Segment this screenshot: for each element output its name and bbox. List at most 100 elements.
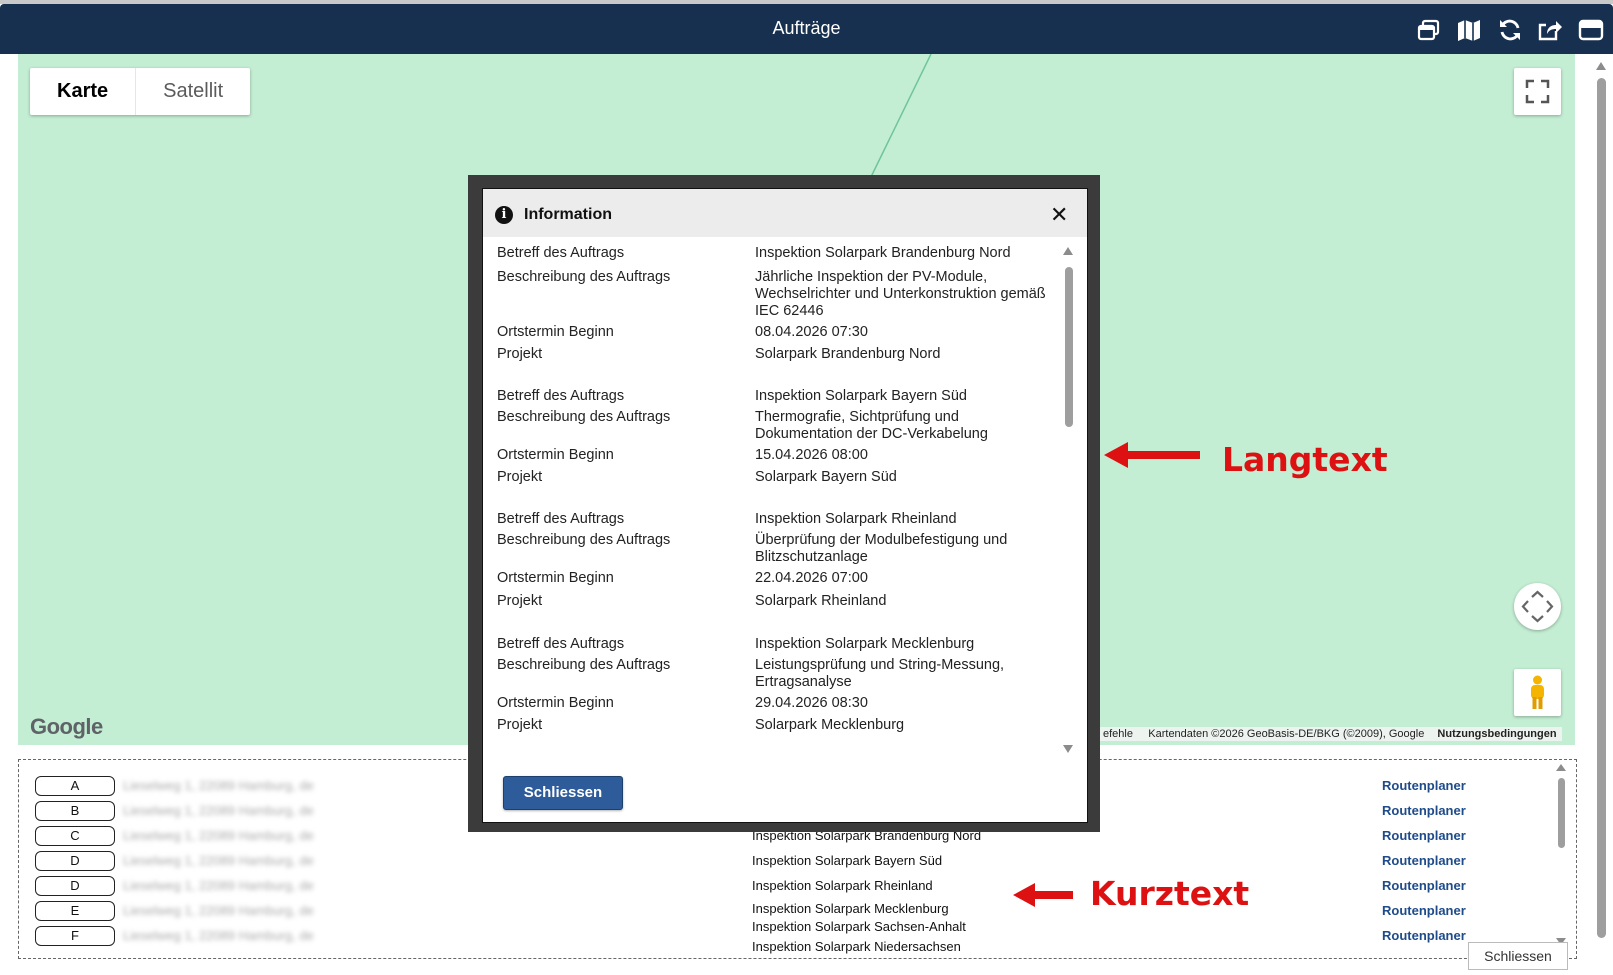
- fullscreen-icon: [1525, 79, 1550, 104]
- route-planner-link[interactable]: Routenplaner: [1382, 878, 1466, 893]
- list-scrollbar[interactable]: [1556, 764, 1568, 950]
- dialog-title: Information: [524, 206, 612, 223]
- label-start: Ortstermin Beginn: [497, 447, 614, 463]
- route-planner-link[interactable]: Routenplaner: [1382, 803, 1466, 818]
- marker-button-d[interactable]: D: [35, 851, 115, 871]
- kurztext-arrow-icon: [1013, 883, 1073, 907]
- label-description: Beschreibung des Auftrags: [497, 269, 671, 285]
- map-icon[interactable]: [1456, 18, 1482, 42]
- short-text: Inspektion Solarpark Bayern Süd: [752, 853, 943, 868]
- label-description: Beschreibung des Auftrags: [497, 532, 671, 548]
- address-text: Lieselweg 1, 22089 Hamburg, de: [123, 878, 314, 893]
- list-scroll-up-icon[interactable]: [1556, 764, 1566, 771]
- label-description: Beschreibung des Auftrags: [497, 657, 671, 673]
- value-start: 22.04.2026 07:00: [755, 570, 868, 586]
- bottom-close-button[interactable]: Schliessen: [1468, 942, 1568, 970]
- value-subject: Inspektion Solarpark Mecklenburg: [755, 636, 975, 652]
- address-text: Lieselweg 1, 22089 Hamburg, de: [123, 778, 314, 793]
- app-title: Aufträge: [772, 18, 841, 38]
- short-text: Inspektion Solarpark Niedersachsen: [752, 939, 961, 954]
- label-project: Projekt: [497, 717, 543, 733]
- value-project: Solarpark Brandenburg Nord: [755, 346, 941, 362]
- map-type-karte[interactable]: Karte: [30, 68, 135, 115]
- address-text: Lieselweg 1, 22089 Hamburg, de: [123, 828, 314, 843]
- label-project: Projekt: [497, 593, 543, 609]
- map-type-satellit[interactable]: Satellit: [135, 68, 250, 115]
- dialog-close-button[interactable]: Schliessen: [503, 776, 623, 810]
- value-subject: Inspektion Solarpark Bayern Süd: [755, 388, 967, 404]
- maximize-icon[interactable]: [1578, 18, 1604, 42]
- value-subject: Inspektion Solarpark Rheinland: [755, 511, 957, 527]
- label-subject: Betreff des Auftrags: [497, 636, 625, 652]
- value-subject: Inspektion Solarpark Brandenburg Nord: [755, 245, 1011, 261]
- marker-button-c[interactable]: C: [35, 826, 115, 846]
- value-description: Thermografie, Sichtprüfung und Dokumenta…: [755, 409, 988, 442]
- route-planner-link[interactable]: Routenplaner: [1382, 828, 1466, 843]
- share-icon[interactable]: [1537, 18, 1563, 42]
- pegman-icon: [1531, 675, 1544, 709]
- route-planner-link[interactable]: Routenplaner: [1382, 853, 1466, 868]
- attribution-text: Kartendaten ©2026 GeoBasis-DE/BKG (©2009…: [1148, 728, 1425, 740]
- value-start: 29.04.2026 08:30: [755, 695, 868, 711]
- map-attribution: efehle Kartendaten ©2026 GeoBasis-DE/BKG…: [1098, 727, 1562, 741]
- label-start: Ortstermin Beginn: [497, 695, 614, 711]
- route-planner-link[interactable]: Routenplaner: [1382, 778, 1466, 793]
- value-description: Jährliche Inspektion der PV-Module, Wech…: [755, 269, 1046, 319]
- value-description: Leistungsprüfung und String-Messung, Ert…: [755, 657, 1005, 690]
- info-icon: i: [495, 206, 513, 224]
- label-subject: Betreff des Auftrags: [497, 511, 625, 527]
- dialog-body[interactable]: Betreff des Auftrags Inspektion Solarpar…: [483, 237, 1087, 749]
- refresh-icon[interactable]: [1497, 18, 1523, 42]
- map-type-control: Karte Satellit: [30, 68, 251, 115]
- label-project: Projekt: [497, 469, 543, 485]
- label-subject: Betreff des Auftrags: [497, 388, 625, 404]
- arrows-icon: [1521, 590, 1554, 623]
- label-start: Ortstermin Beginn: [497, 324, 614, 340]
- title-bar: Aufträge: [0, 4, 1613, 54]
- value-project: Solarpark Bayern Süd: [755, 469, 897, 485]
- langtext-annotation: Langtext: [1222, 440, 1388, 479]
- dialog-scrollbar[interactable]: [1063, 247, 1075, 757]
- marker-button-b[interactable]: B: [35, 801, 115, 821]
- page-scroll-thumb[interactable]: [1597, 78, 1606, 938]
- dialog-scroll-up-icon[interactable]: [1063, 247, 1073, 255]
- label-project: Projekt: [497, 346, 543, 362]
- scroll-up-arrow-icon[interactable]: [1596, 62, 1606, 70]
- address-text: Lieselweg 1, 22089 Hamburg, de: [123, 853, 314, 868]
- value-start: 08.04.2026 07:30: [755, 324, 868, 340]
- label-start: Ortstermin Beginn: [497, 570, 614, 586]
- marker-button-e[interactable]: E: [35, 901, 115, 921]
- route-planner-link[interactable]: Routenplaner: [1382, 928, 1466, 943]
- map-navigation-button[interactable]: [1514, 583, 1561, 630]
- street-view-button[interactable]: [1514, 669, 1561, 716]
- short-text: Inspektion Solarpark Sachsen-Anhalt: [752, 919, 966, 934]
- langtext-arrow-icon: [1104, 442, 1200, 468]
- route-planner-link[interactable]: Routenplaner: [1382, 903, 1466, 918]
- kurztext-annotation: Kurztext: [1090, 874, 1250, 913]
- information-dialog: i Information ✕ Betreff des Auftrags Ins…: [482, 188, 1088, 823]
- address-text: Lieselweg 1, 22089 Hamburg, de: [123, 803, 314, 818]
- google-logo: Google: [30, 714, 103, 739]
- label-description: Beschreibung des Auftrags: [497, 409, 671, 425]
- value-start: 15.04.2026 08:00: [755, 447, 868, 463]
- value-project: Solarpark Mecklenburg: [755, 717, 905, 733]
- terms-link[interactable]: Nutzungsbedingungen: [1437, 728, 1556, 740]
- fullscreen-button[interactable]: [1514, 68, 1561, 115]
- dialog-header: i Information ✕: [483, 189, 1087, 237]
- value-description: Überprüfung der Modulbefestigung und Bli…: [755, 532, 1008, 565]
- close-icon[interactable]: ✕: [1050, 202, 1068, 228]
- marker-button-d2[interactable]: D: [35, 876, 115, 896]
- label-subject: Betreff des Auftrags: [497, 245, 625, 261]
- address-text: Lieselweg 1, 22089 Hamburg, de: [123, 903, 314, 918]
- address-text: Lieselweg 1, 22089 Hamburg, de: [123, 928, 314, 943]
- short-text: Inspektion Solarpark Mecklenburg: [752, 901, 949, 916]
- dialog-scroll-thumb[interactable]: [1065, 267, 1073, 427]
- attribution-partial: efehle: [1103, 728, 1133, 740]
- marker-button-a[interactable]: A: [35, 776, 115, 796]
- page-scrollbar[interactable]: [1590, 56, 1613, 975]
- short-text: Inspektion Solarpark Rheinland: [752, 878, 933, 893]
- marker-button-f[interactable]: F: [35, 926, 115, 946]
- windows-icon[interactable]: [1416, 18, 1442, 42]
- list-scroll-thumb[interactable]: [1558, 778, 1565, 848]
- dialog-scroll-down-icon[interactable]: [1063, 745, 1073, 753]
